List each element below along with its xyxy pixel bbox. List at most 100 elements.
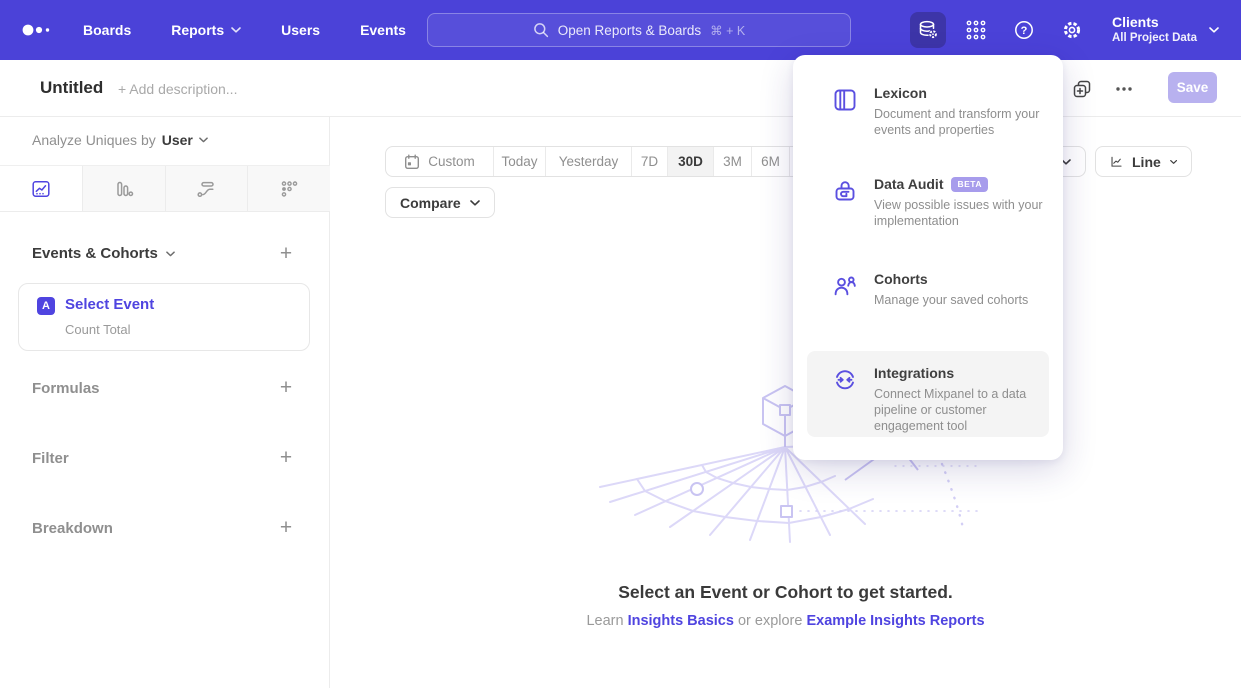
grid-icon [965,19,987,41]
count-type-selector[interactable]: Count Total [65,322,131,337]
chart-type-label: Line [1132,154,1161,170]
more-options-button[interactable] [1114,83,1134,103]
menu-item-title: Integrations [874,365,954,381]
breakdown-label: Breakdown [32,520,113,537]
range-label: 30D [678,154,703,169]
date-range-6m[interactable]: 6M [751,147,789,176]
data-management-menu: Lexicon Document and transform your even… [793,55,1063,460]
svg-text:?: ? [1021,25,1028,37]
date-range-yesterday[interactable]: Yesterday [545,147,631,176]
date-range-7d[interactable]: 7D [631,147,667,176]
date-range-today[interactable]: Today [493,147,545,176]
add-formula-button[interactable]: + [275,378,297,400]
menu-item-lexicon[interactable]: Lexicon Document and transform your even… [807,85,1049,167]
search-placeholder: Open Reports & Boards [558,23,701,38]
filter-label: Filter [32,450,69,467]
tab-insights-line[interactable] [0,166,82,211]
nav-item-label: Boards [83,22,131,38]
lexicon-book-icon [832,87,858,113]
menu-item-description: View possible issues with your implement… [874,197,1049,229]
calendar-icon [404,154,420,170]
save-button[interactable]: Save [1168,72,1217,103]
help-icon: ? [1013,19,1035,41]
chevron-down-icon [1170,159,1177,165]
chevron-down-icon [1209,27,1219,33]
query-builder-sidebar: Analyze Uniques by User [0,117,330,688]
beta-badge: BETA [951,177,988,192]
event-card[interactable]: A Select Event Count Total [18,283,310,351]
chevron-down-icon [199,137,208,143]
nav-item-events[interactable]: Events [360,22,406,38]
formulas-label: Formulas [32,380,100,397]
range-label: Yesterday [559,154,619,169]
help-button[interactable]: ? [1006,12,1042,48]
tab-metrics[interactable] [247,166,330,211]
events-cohorts-label: Events & Cohorts [32,245,158,262]
learn-prefix: Learn [586,613,623,629]
event-letter-badge: A [37,297,55,315]
duplicate-button[interactable] [1072,79,1092,99]
copy-plus-icon [1072,79,1092,99]
analyze-row: Analyze Uniques by User [32,132,208,148]
apps-grid-button[interactable] [958,12,994,48]
range-label: 3M [723,154,742,169]
menu-item-title: Cohorts [874,271,928,287]
chevron-down-icon [166,251,175,257]
metrics-dots-icon [279,179,299,199]
chevron-down-icon [231,27,241,33]
add-breakdown-button[interactable]: + [275,518,297,540]
compare-button[interactable]: Compare [385,187,495,218]
integrations-sync-icon [832,367,858,393]
date-range-custom[interactable]: Custom [386,147,493,176]
analyze-by-dropdown[interactable]: User [162,132,208,148]
add-filter-button[interactable]: + [275,448,297,470]
insights-basics-link[interactable]: Insights Basics [628,613,734,629]
menu-item-title: Data Audit [874,176,943,192]
date-range-30d[interactable]: 30D [667,147,713,176]
empty-state-title: Select an Event or Cohort to get started… [330,582,1241,603]
nav-item-boards[interactable]: Boards [83,22,131,38]
database-gear-icon [917,19,939,41]
events-cohorts-header[interactable]: Events & Cohorts [32,245,175,262]
mixpanel-logo-icon[interactable] [22,0,58,60]
project-name: All Project Data [1112,31,1197,46]
settings-button[interactable] [1054,12,1090,48]
workspace-name: Clients [1112,14,1197,32]
report-title[interactable]: Untitled [40,78,103,98]
global-search-input[interactable]: Open Reports & Boards ⌘ + K [427,13,851,47]
add-description-field[interactable]: + Add description... [118,81,237,97]
menu-item-description: Manage your saved cohorts [874,292,1049,308]
menu-item-description: Document and transform your events and p… [874,106,1049,138]
menu-item-cohorts[interactable]: Cohorts Manage your saved cohorts [807,271,1049,331]
nav-item-users[interactable]: Users [281,22,320,38]
empty-state-links: Learn Insights Basics or explore Example… [330,613,1241,629]
range-label: 6M [761,154,780,169]
menu-item-data-audit[interactable]: Data Audit BETA View possible issues wit… [807,176,1049,258]
data-management-button[interactable] [910,12,946,48]
cohorts-people-icon [832,273,858,299]
nav-links: Boards Reports Users Events [83,0,406,60]
data-audit-icon [832,178,858,204]
bar-chart-icon [114,179,134,199]
menu-item-description: Connect Mixpanel to a data pipeline or c… [874,386,1049,434]
nav-item-label: Events [360,22,406,38]
nav-item-reports[interactable]: Reports [171,22,241,38]
project-selector[interactable]: Clients All Project Data [1112,0,1219,60]
range-label: 7D [641,154,658,169]
logo-dots-icon [22,22,58,38]
search-icon [533,22,549,38]
tab-bar-chart[interactable] [82,166,165,211]
date-range-3m[interactable]: 3M [713,147,751,176]
range-label: Custom [428,154,475,169]
chart-type-tabs [0,165,330,212]
example-reports-link[interactable]: Example Insights Reports [806,613,984,629]
chevron-down-icon [470,200,480,206]
add-event-button[interactable]: + [275,244,297,266]
chart-type-dropdown[interactable]: Line [1095,146,1192,177]
compare-label: Compare [400,195,461,211]
line-chart-icon [31,179,51,199]
menu-item-integrations[interactable]: Integrations Connect Mixpanel to a data … [807,351,1049,437]
select-event-button[interactable]: Select Event [65,296,154,313]
tab-flow-chart[interactable] [165,166,248,211]
date-range-control: Custom Today Yesterday 7D 30D 3M 6M [385,146,840,177]
